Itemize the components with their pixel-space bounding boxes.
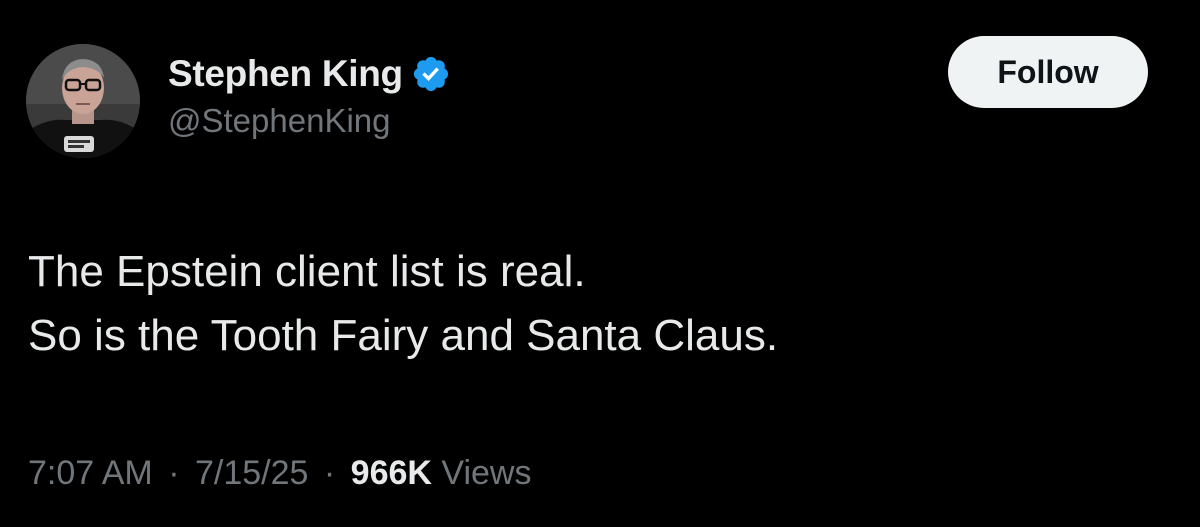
avatar-photo	[26, 44, 140, 158]
avatar[interactable]	[26, 44, 140, 158]
follow-button[interactable]: Follow	[948, 36, 1148, 108]
tweet-text: The Epstein client list is real. So is t…	[28, 240, 778, 368]
author-handle[interactable]: @StephenKing	[168, 102, 451, 140]
tweet-text-line: So is the Tooth Fairy and Santa Claus.	[28, 311, 779, 360]
tweet-meta: 7:07 AM · 7/15/25 · 966K Views	[28, 454, 532, 493]
author-display-name[interactable]: Stephen King	[168, 53, 403, 95]
tweet-time[interactable]: 7:07 AM	[28, 454, 153, 492]
meta-separator: ·	[323, 454, 336, 492]
author-name-row: Stephen King	[168, 50, 451, 98]
verified-badge-icon[interactable]	[411, 54, 451, 94]
views-label: Views	[441, 454, 532, 492]
author-block: Stephen King @StephenKing	[168, 50, 451, 140]
views-count: 966K	[350, 454, 432, 492]
tweet-date[interactable]: 7/15/25	[195, 454, 308, 492]
meta-separator: ·	[168, 454, 180, 492]
tweet-text-line: The Epstein client list is real.	[28, 247, 586, 296]
